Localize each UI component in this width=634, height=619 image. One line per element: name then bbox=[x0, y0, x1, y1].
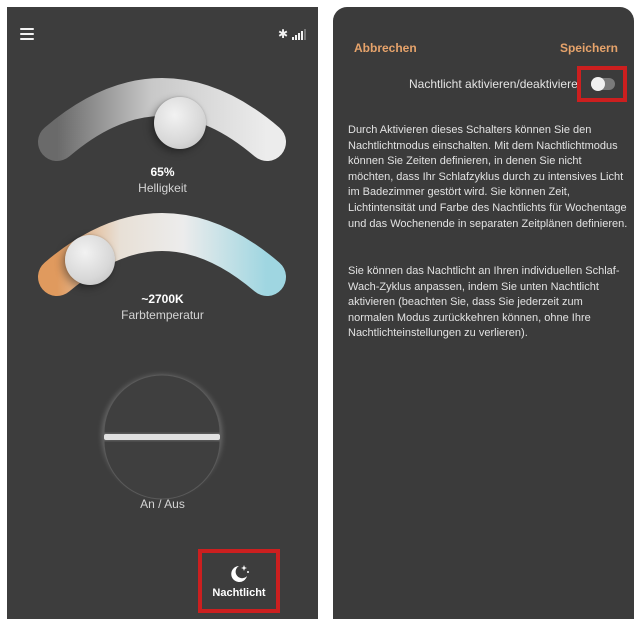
nightlight-label: Nachtlicht bbox=[212, 586, 266, 599]
description-paragraph-2: Sie können das Nachtlicht an Ihren indiv… bbox=[348, 265, 620, 340]
save-button[interactable]: Speichern bbox=[560, 41, 618, 55]
color-temperature-slider[interactable] bbox=[7, 7, 318, 337]
nightlight-settings-sheet: Abbrechen Speichern Nachtlicht aktiviere… bbox=[333, 7, 634, 619]
moon-stars-icon bbox=[231, 564, 249, 582]
nightlight-button[interactable]: Nachtlicht bbox=[198, 549, 280, 613]
main-control-screen: ✱ 65% Helligkeit ~2700K Farbtemperatur A… bbox=[7, 7, 318, 619]
toggle-thumb bbox=[591, 77, 605, 91]
nightlight-toggle[interactable] bbox=[591, 77, 615, 91]
nightlight-toggle-highlight bbox=[577, 66, 627, 102]
color-temperature-knob[interactable] bbox=[65, 235, 115, 285]
cancel-button[interactable]: Abbrechen bbox=[354, 41, 417, 55]
color-temperature-value: ~2700K bbox=[141, 292, 184, 306]
nightlight-toggle-label: Nachtlicht aktivieren/deaktivieren bbox=[409, 77, 585, 91]
color-temperature-label: Farbtemperatur bbox=[121, 308, 204, 322]
description-paragraph-1: Durch Aktivieren dieses Schalters können… bbox=[348, 124, 628, 230]
power-toggle[interactable] bbox=[87, 365, 237, 505]
power-label: An / Aus bbox=[140, 497, 185, 511]
